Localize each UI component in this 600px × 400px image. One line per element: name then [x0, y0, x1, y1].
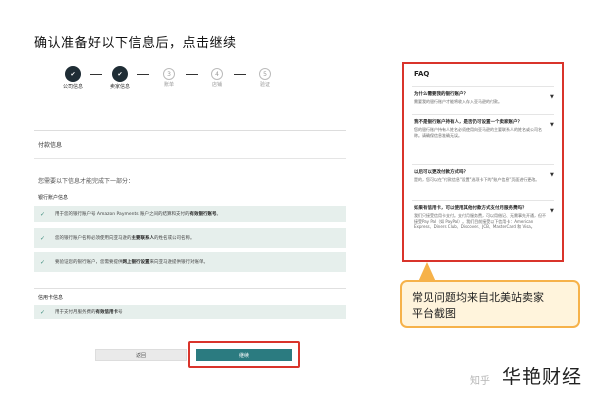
caret-down-icon[interactable]: ▼: [550, 94, 554, 100]
caret-down-icon[interactable]: ▼: [550, 122, 554, 128]
requirement-text: 要验证您的银行账户，您需要提供网上银行设置来向亚马逊提供银行对账单。: [55, 260, 208, 265]
step-verify: 5 验证: [250, 66, 280, 88]
back-button[interactable]: 返回: [95, 349, 187, 361]
callout-pointer: [418, 262, 436, 282]
faq-item[interactable]: 以后可以更改付款方式吗？ 是的，您可以在"付款信息"设置"选项卡下的"账户信息"…: [414, 170, 546, 183]
step-connector: [90, 74, 102, 75]
bank-requirement-item: ✓ 您的银行账户名称必须使用向亚马逊的主要联系人的姓名或公司名称。: [34, 228, 346, 248]
faq-item[interactable]: 为什么需要我的银行账户？ 需要我的银行账户才能将收入存入亚马逊的付款。: [414, 92, 546, 105]
caret-down-icon[interactable]: ▼: [550, 172, 554, 178]
faq-title: FAQ: [414, 70, 430, 78]
callout-line: 常见问题均来自北美站卖家: [412, 291, 544, 304]
divider: [34, 130, 346, 131]
faq-question: 为什么需要我的银行账户？: [414, 92, 468, 97]
check-icon: ✓: [40, 308, 46, 316]
step-seller-info: ✔ 卖家信息: [105, 66, 135, 90]
step-connector: [137, 74, 149, 75]
step-number: 3: [163, 68, 175, 80]
step-number: 5: [259, 68, 271, 80]
faq-question: 以后可以更改付款方式吗？: [414, 170, 468, 175]
continue-button[interactable]: 继续: [196, 349, 292, 361]
faq-answer: 是的，您可以在"付款信息"设置"选项卡下的"账户信息"页面进行更改。: [414, 177, 540, 182]
payment-info-title: 付款信息: [38, 142, 63, 149]
divider: [412, 200, 554, 201]
annotation-callout: 常见问题均来自北美站卖家 平台截图: [400, 280, 580, 328]
requirement-text: 您的银行账户名称必须使用向亚马逊的主要联系人的姓名或公司名称。: [55, 236, 195, 241]
need-info-text: 您需要以下信息才能完成下一部分：: [38, 178, 135, 185]
step-label: 店铺: [211, 82, 222, 88]
check-icon: ✓: [40, 234, 46, 242]
faq-question: 如果有信用卡，可以使用其他付款方式支付月服务费吗？: [414, 206, 527, 211]
faq-item[interactable]: 我不是银行账户持有人，是否仍可设置一个卖家账户？ 您的银行账户持有人姓名必须使用…: [414, 120, 546, 138]
progress-stepper: ✔ 公司信息 ✔ 卖家信息 3 账单 4 店铺 5 验证: [58, 66, 278, 106]
bank-info-heading: 银行账户信息: [38, 195, 69, 201]
divider: [34, 288, 346, 289]
zhihu-watermark: 知乎: [470, 376, 490, 387]
faq-answer: 我们只接受信用卡支付。支付月服务费，可以用借记、无需事先开通，但不接受Pay P…: [414, 213, 546, 229]
checkmark-icon: ✔: [65, 66, 81, 82]
divider: [34, 158, 346, 159]
faq-answer: 需要我的银行账户才能将收入存入亚马逊的付款。: [414, 99, 502, 104]
bank-requirement-item: ✓ 要验证您的银行账户，您需要提供网上银行设置来向亚马逊提供银行对账单。: [34, 252, 346, 272]
brand-watermark: 华艳财经: [502, 366, 583, 388]
step-company-info: ✔ 公司信息: [58, 66, 88, 90]
page-title: 确认准备好以下信息后，点击继续: [34, 36, 237, 51]
callout-line: 平台截图: [412, 307, 456, 320]
faq-panel: FAQ 为什么需要我的银行账户？ 需要我的银行账户才能将收入存入亚马逊的付款。 …: [402, 62, 564, 262]
step-label: 公司信息: [62, 84, 83, 90]
step-label: 卖家信息: [109, 84, 130, 90]
checkmark-icon: ✔: [112, 66, 128, 82]
step-billing: 3 账单: [154, 66, 184, 88]
requirement-text: 用于您的银行账户号 Amazon Payments 账户之间的结算和支付的有效银…: [55, 212, 222, 217]
step-store: 4 店铺: [202, 66, 232, 88]
step-connector: [186, 74, 198, 75]
step-connector: [234, 74, 246, 75]
faq-question: 我不是银行账户持有人，是否仍可设置一个卖家账户？: [414, 120, 522, 125]
caret-down-icon[interactable]: ▼: [550, 208, 554, 214]
divider: [412, 114, 554, 115]
card-requirement-item: ✓ 用于支付月服务费的有效信用卡号: [34, 305, 346, 319]
divider: [412, 86, 554, 87]
faq-item[interactable]: 如果有信用卡，可以使用其他付款方式支付月服务费吗？ 我们只接受信用卡支付。支付月…: [414, 206, 546, 230]
divider: [412, 164, 554, 165]
check-icon: ✓: [40, 258, 46, 266]
card-info-heading: 信用卡信息: [38, 295, 64, 301]
step-number: 4: [211, 68, 223, 80]
bank-requirement-item: ✓ 用于您的银行账户号 Amazon Payments 账户之间的结算和支付的有…: [34, 206, 346, 222]
check-icon: ✓: [40, 210, 46, 218]
faq-answer: 您的银行账户持有人姓名必须使用向亚马逊的主要联系人的姓名或公司名称。请确保信息准…: [414, 127, 542, 138]
step-label: 验证: [259, 82, 270, 88]
requirement-text: 用于支付月服务费的有效信用卡号: [55, 310, 123, 315]
step-label: 账单: [163, 82, 174, 88]
